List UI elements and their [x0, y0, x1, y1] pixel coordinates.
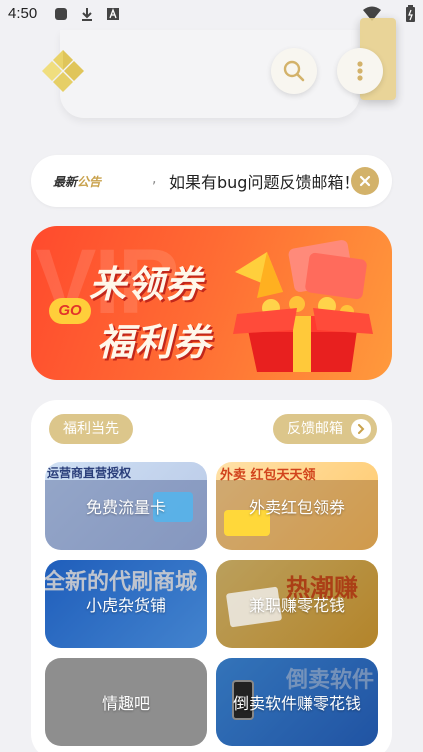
banner-go-badge: GO [49, 298, 91, 324]
battery-icon [406, 5, 415, 22]
tile-resell-software[interactable]: 倒卖软件 倒卖软件赚零花钱 [216, 658, 378, 746]
announcement-text: 如果有bug问题反馈邮箱！ [169, 173, 360, 192]
more-vertical-icon [357, 61, 363, 81]
feedback-email-button[interactable]: 反馈邮箱 [273, 414, 377, 444]
announcement-close-button[interactable] [351, 167, 379, 195]
welfare-pill[interactable]: 福利当先 [49, 414, 133, 444]
search-button[interactable] [271, 48, 317, 94]
tile-free-data-card-label: 免费流量卡 [85, 498, 166, 517]
tile-part-time-job[interactable]: 热潮赚 兼职赚零花钱 [216, 560, 378, 648]
banner-headline-2: 福利券 [97, 321, 211, 364]
tile-tiger-shop-label: 小虎杂货铺 [85, 596, 166, 615]
status-time: 4:50 [8, 5, 38, 22]
tile-resell-software-label: 倒卖软件赚零花钱 [232, 694, 361, 713]
welfare-pill-label: 福利当先 [63, 421, 119, 437]
a-badge-icon [107, 8, 119, 20]
more-button[interactable] [337, 48, 383, 94]
chevron-right-icon [351, 419, 371, 439]
diamond-logo-icon[interactable] [40, 48, 86, 94]
banner-headline-1: 来领券 [89, 263, 203, 306]
tile-tiger-shop[interactable]: 全新的代刷商城 小虎杂货铺 [45, 560, 207, 648]
download-icon [82, 8, 92, 21]
tile-free-data-card[interactable]: 运营商直营授权 免费流量卡 [45, 462, 207, 550]
tile-takeout-coupon[interactable]: 外卖 红包天天领 外卖红包领券 [216, 462, 378, 550]
tile-qingqu-label: 情趣吧 [101, 694, 150, 713]
coupon-banner[interactable]: VIP 来领券 GO 福利券 [31, 226, 392, 380]
feedback-email-label: 反馈邮箱 [287, 421, 343, 437]
close-icon [359, 175, 371, 187]
tile-qingqu[interactable]: 情趣吧 [45, 658, 207, 746]
tile-part-time-job-label: 兼职赚零花钱 [248, 596, 345, 615]
announcement-tag: 最新公告 [53, 175, 102, 189]
announcement-bar[interactable]: 最新公告 , 如果有bug问题反馈邮箱！ [31, 155, 392, 207]
tile-takeout-coupon-label: 外卖红包领券 [248, 498, 345, 517]
search-icon [283, 60, 305, 82]
announcement-separator: , [152, 171, 157, 187]
notification-square-icon [55, 8, 67, 20]
feature-panel: 福利当先 反馈邮箱 运营商直营授权 免费流量卡 外卖 红包天天领 外卖红包领券 … [31, 400, 392, 752]
gift-box-illustration [233, 240, 373, 372]
